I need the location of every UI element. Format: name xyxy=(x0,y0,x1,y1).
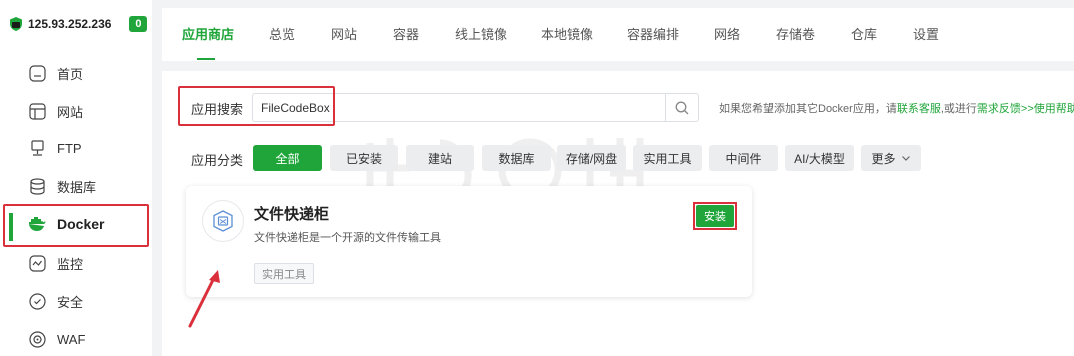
home-icon xyxy=(28,64,46,82)
tab-network[interactable]: 网络 xyxy=(714,8,740,61)
sidebar-item-waf[interactable]: WAF xyxy=(0,321,152,356)
monitor-icon xyxy=(28,254,46,272)
tab-containers[interactable]: 容器 xyxy=(393,8,419,61)
category-database[interactable]: 数据库 xyxy=(482,145,551,171)
database-icon xyxy=(28,177,46,195)
tab-app-store[interactable]: 应用商店 xyxy=(182,8,234,61)
waf-icon xyxy=(28,330,46,348)
app-icon xyxy=(202,200,244,242)
category-more[interactable]: 更多 xyxy=(861,145,921,171)
ftp-icon xyxy=(28,139,46,157)
sidebar-item-label: FTP xyxy=(57,140,82,156)
tab-bar: 应用商店 总览 网站 容器 线上镜像 本地镜像 容器编排 网络 存储卷 仓库 设… xyxy=(162,8,1074,61)
security-icon xyxy=(28,292,46,310)
tab-overview[interactable]: 总览 xyxy=(269,8,295,61)
tab-volumes[interactable]: 存储卷 xyxy=(776,8,815,61)
active-tab-underline xyxy=(197,58,215,60)
shield-icon xyxy=(10,17,22,31)
help-prefix: 如果您希望添加其它Docker应用，请 xyxy=(719,103,897,115)
category-site[interactable]: 建站 xyxy=(406,145,474,171)
sidebar-item-label: WAF xyxy=(57,331,86,347)
website-icon xyxy=(28,102,46,120)
annotation-arrow xyxy=(188,270,220,328)
sidebar-item-website[interactable]: 网站 xyxy=(0,93,152,129)
sidebar-item-security[interactable]: 安全 xyxy=(0,283,152,319)
category-installed[interactable]: 已安装 xyxy=(330,145,398,171)
tab-local-images[interactable]: 本地镜像 xyxy=(541,8,593,61)
category-all[interactable]: 全部 xyxy=(253,145,322,171)
highlight-box xyxy=(3,204,149,247)
help-link[interactable]: >>使用帮助 xyxy=(1021,103,1074,115)
server-ip: 125.93.252.236 xyxy=(28,17,112,31)
sidebar-item-database[interactable]: 数据库 xyxy=(0,168,152,204)
sidebar-item-label: 监控 xyxy=(57,256,84,272)
contact-support-link[interactable]: 联系客服 xyxy=(897,103,941,115)
sidebar-item-label: 首页 xyxy=(57,66,84,82)
tab-registry[interactable]: 仓库 xyxy=(851,8,877,61)
category-label: 应用分类 xyxy=(191,153,244,168)
alert-count-badge[interactable]: 0 xyxy=(129,16,148,32)
category-ai[interactable]: AI/大模型 xyxy=(785,145,854,171)
search-icon xyxy=(675,101,689,114)
help-mid: ,或进行 xyxy=(940,103,977,115)
category-utilities[interactable]: 实用工具 xyxy=(633,145,702,171)
app-title: 文件快递柜 xyxy=(254,206,330,223)
file-box-icon xyxy=(213,210,233,232)
tab-compose[interactable]: 容器编排 xyxy=(627,8,679,61)
sidebar-item-ftp[interactable]: FTP xyxy=(0,130,152,166)
app-tag: 实用工具 xyxy=(254,263,314,284)
tab-online-images[interactable]: 线上镜像 xyxy=(455,8,507,61)
more-label: 更多 xyxy=(871,151,896,166)
app-description: 文件快递柜是一个开源的文件传输工具 xyxy=(254,232,441,244)
chevron-down-icon xyxy=(901,156,910,161)
sidebar-item-label: 安全 xyxy=(57,294,84,310)
sidebar-item-label: 数据库 xyxy=(57,179,97,195)
search-button[interactable] xyxy=(665,94,698,121)
sidebar-item-home[interactable]: 首页 xyxy=(0,55,152,91)
category-middleware[interactable]: 中间件 xyxy=(709,145,778,171)
sidebar-item-label: 网站 xyxy=(57,104,84,120)
install-button[interactable]: 安装 xyxy=(696,205,734,227)
server-info: 125.93.252.236 0 xyxy=(10,14,148,34)
sidebar-item-monitor[interactable]: 监控 xyxy=(0,245,152,281)
tab-websites[interactable]: 网站 xyxy=(331,8,357,61)
feedback-link[interactable]: 需求反馈 xyxy=(977,103,1021,115)
tab-settings[interactable]: 设置 xyxy=(913,8,939,61)
help-text: 如果您希望添加其它Docker应用，请联系客服,或进行需求反馈>>使用帮助 xyxy=(719,100,1074,116)
highlight-box xyxy=(178,86,335,126)
sidebar: 125.93.252.236 0 首页 网站 FTP 数据库 Docker 监控… xyxy=(0,0,152,356)
category-storage[interactable]: 存储/网盘 xyxy=(557,145,626,171)
